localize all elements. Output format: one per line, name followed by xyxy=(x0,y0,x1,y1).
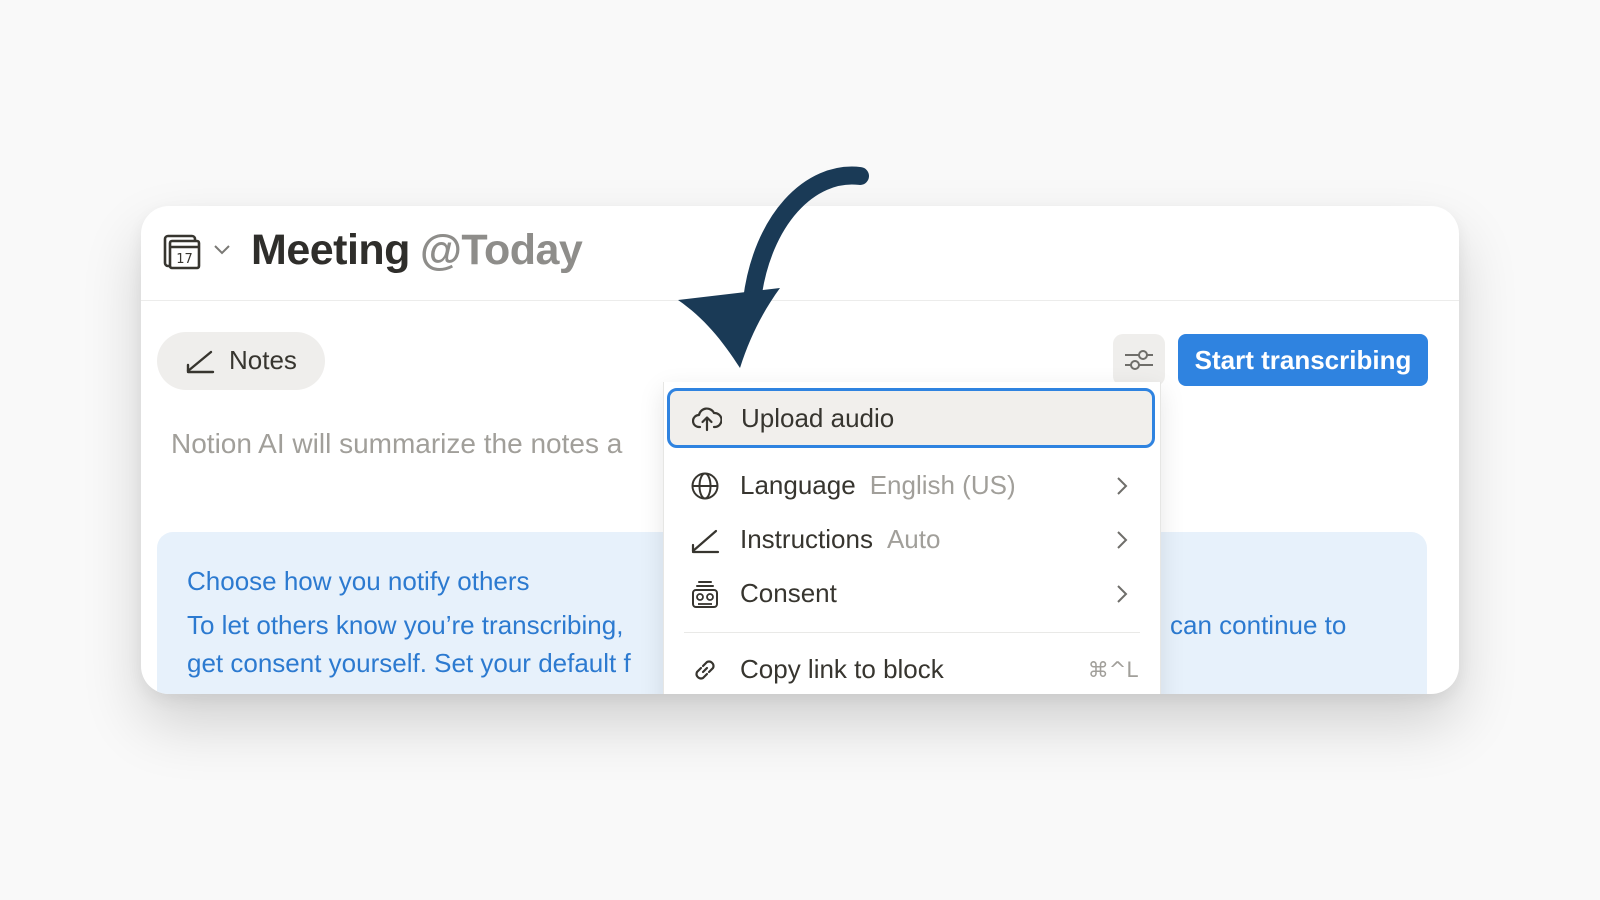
pen-icon xyxy=(691,529,720,554)
menu-item-consent[interactable]: Consent xyxy=(664,566,1160,620)
menu-item-label: Consent xyxy=(740,578,837,608)
calendar-icon[interactable]: 17 xyxy=(163,230,201,270)
menu-divider xyxy=(684,632,1140,633)
date-mention[interactable]: @Today xyxy=(420,226,583,274)
chevron-right-icon xyxy=(1117,531,1128,549)
tab-notes-label: Notes xyxy=(229,345,297,375)
globe-icon xyxy=(691,472,719,500)
instructions-value: Auto xyxy=(886,524,941,554)
sliders-icon xyxy=(1125,350,1153,370)
menu-item-label: Copy link to block xyxy=(740,654,944,684)
tab-notes[interactable]: Notes xyxy=(157,332,325,390)
menu-item-upload-audio[interactable]: Upload audio xyxy=(667,388,1155,448)
menu-item-instructions[interactable]: Instructions Auto xyxy=(664,512,1160,566)
start-transcribing-button[interactable]: Start transcribing xyxy=(1178,334,1428,386)
chevron-right-icon xyxy=(1117,477,1128,495)
menu-item-label: Language English (US) xyxy=(740,470,1016,501)
callout-text-line-2: get consent yourself. Set your default f xyxy=(187,648,631,678)
title-text: Meeting xyxy=(251,226,410,274)
menu-item-language[interactable]: Language English (US) xyxy=(664,458,1160,512)
callout-text-line-1: To let others know you’re transcribing, xyxy=(187,610,624,640)
chevron-down-icon[interactable] xyxy=(213,242,231,256)
notes-placeholder[interactable]: Notion AI will summarize the notes a xyxy=(171,428,622,460)
pen-icon xyxy=(186,350,215,374)
language-value: English (US) xyxy=(869,470,1016,500)
calendar-day: 17 xyxy=(176,252,193,267)
chevron-right-icon xyxy=(1117,585,1128,603)
keyboard-shortcut: ⌘^L xyxy=(1087,658,1138,682)
consent-icon xyxy=(692,581,718,608)
callout-text-line-1-end: can continue to xyxy=(1170,610,1347,640)
menu-item-copy-link[interactable]: Copy link to block ⌘^L xyxy=(664,642,1160,694)
callout-title[interactable]: Choose how you notify others xyxy=(187,566,530,597)
curved-arrow-annotation xyxy=(678,166,869,368)
page-title[interactable]: Meeting @Today xyxy=(251,226,583,275)
instructions-label: Instructions xyxy=(740,524,873,554)
link-icon xyxy=(695,660,715,680)
transcription-options-menu: Upload audio Language English (US) Instru… xyxy=(663,382,1161,694)
language-label: Language xyxy=(740,470,856,500)
transcription-settings-button[interactable] xyxy=(1113,334,1165,386)
menu-item-label: Upload audio xyxy=(741,403,895,433)
menu-item-label: Instructions Auto xyxy=(740,524,940,555)
cloud-upload-icon xyxy=(692,407,722,432)
